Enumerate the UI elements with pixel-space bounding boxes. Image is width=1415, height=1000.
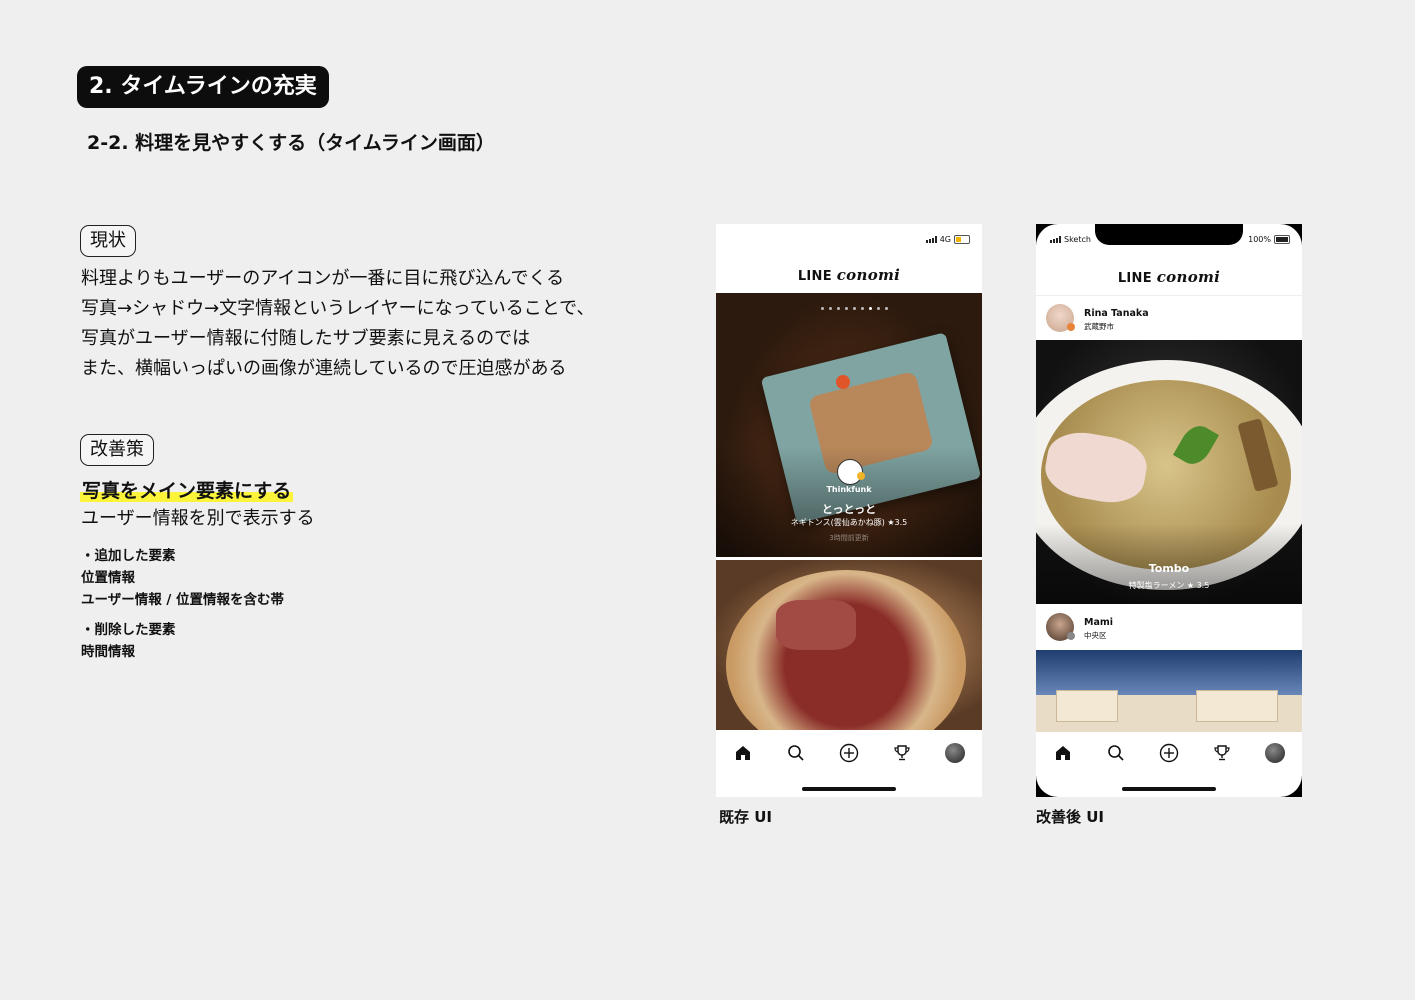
post-time: 3時間前更新	[829, 534, 869, 542]
home-indicator	[802, 787, 896, 791]
current-line: 料理よりもユーザーのアイコンが一番に目に飛び込んでくる	[81, 268, 565, 289]
user-band[interactable]: Rina Tanaka 武蔵野市	[1036, 295, 1302, 340]
shop-name: Tombo	[1148, 562, 1190, 575]
feed-photo[interactable]: Tombo 特製塩ラーメン ★ 3.5	[1036, 340, 1302, 604]
shop-name: とっとっと	[821, 503, 877, 516]
user-band[interactable]: Mami 中央区	[1036, 605, 1302, 649]
network-label: 4G	[939, 235, 951, 244]
feed-photo[interactable]: Thinkfunk とっとっと ネギトンス(雲仙あかね豚) ★3.5 3時間前更…	[716, 293, 982, 557]
added-item: ユーザー情報 / 位置情報を含む帯	[81, 592, 285, 608]
plus-circle-icon[interactable]	[836, 740, 862, 766]
dish-rating: 特製塩ラーメン ★ 3.5	[1128, 581, 1210, 590]
current-line: 写真→シャドウ→文字情報というレイヤーになっていることで、	[81, 298, 595, 319]
user-name: Rina Tanaka	[1084, 308, 1149, 319]
trophy-icon[interactable]	[1209, 740, 1235, 766]
improvement-line: ユーザー情報を別で表示する	[81, 508, 315, 529]
home-icon[interactable]	[730, 740, 756, 766]
dish-rating: ネギトンス(雲仙あかね豚) ★3.5	[790, 518, 908, 527]
user-location: 武蔵野市	[1084, 322, 1114, 331]
carousel-dots	[821, 307, 888, 310]
battery-icon	[1274, 235, 1290, 244]
avatar[interactable]	[942, 740, 968, 766]
added-title: ・追加した要素	[81, 548, 176, 564]
avatar[interactable]	[1262, 740, 1288, 766]
username: Thinkfunk	[826, 485, 872, 494]
battery-label: 100%	[1248, 235, 1271, 244]
page-subtitle: 2-2. 料理を見やすくする（タイムライン画面）	[87, 132, 495, 154]
added-item: 位置情報	[81, 570, 135, 586]
user-location: 中央区	[1084, 631, 1107, 640]
user-name: Mami	[1084, 617, 1114, 628]
tab-bar	[716, 731, 982, 775]
old-ui-caption: 既存 UI	[719, 808, 772, 826]
removed-elements: ・削除した要素 時間情報	[81, 619, 176, 663]
current-line: また、横幅いっぱいの画像が連続しているので圧迫感がある	[81, 358, 567, 379]
feed-photo[interactable]	[1036, 650, 1302, 732]
feed-photo[interactable]	[716, 560, 982, 730]
status-bar: 4G	[716, 224, 982, 254]
search-icon[interactable]	[783, 740, 809, 766]
new-ui-caption: 改善後 UI	[1036, 808, 1104, 826]
improvement-highlight: 写真をメイン要素にする	[80, 480, 294, 502]
carrier-label: Sketch	[1064, 235, 1091, 244]
removed-title: ・削除した要素	[81, 622, 176, 638]
status-bar: Sketch 100%	[1036, 224, 1302, 254]
app-logo: LINE conomi	[1117, 268, 1221, 286]
home-indicator	[1122, 787, 1216, 791]
removed-item: 時間情報	[81, 644, 135, 660]
current-line: 写真がユーザー情報に付随したサブ要素に見えるのでは	[81, 328, 531, 349]
improvement-label: 改善策	[80, 434, 154, 466]
new-ui-phone: Sketch 100% LINE conomi Rina Tanaka 武蔵野市…	[1036, 224, 1302, 797]
added-elements: ・追加した要素 位置情報 ユーザー情報 / 位置情報を含む帯	[81, 545, 284, 611]
home-icon[interactable]	[1050, 740, 1076, 766]
plus-circle-icon[interactable]	[1156, 740, 1182, 766]
signal-icon	[925, 236, 937, 243]
current-state-label: 現状	[80, 225, 136, 257]
section-title-badge: 2. タイムラインの充実	[77, 66, 329, 108]
old-ui-phone: 4G LINE conomi Thinkfunk とっとっと ネギトンス(雲仙あ…	[716, 224, 982, 797]
tab-bar	[1036, 731, 1302, 775]
search-icon[interactable]	[1103, 740, 1129, 766]
trophy-icon[interactable]	[889, 740, 915, 766]
signal-icon	[1050, 236, 1061, 243]
current-state-text: 料理よりもユーザーのアイコンが一番に目に飛び込んでくる 写真→シャドウ→文字情報…	[81, 264, 594, 384]
battery-icon	[954, 235, 970, 244]
app-logo: LINE conomi	[797, 266, 901, 284]
